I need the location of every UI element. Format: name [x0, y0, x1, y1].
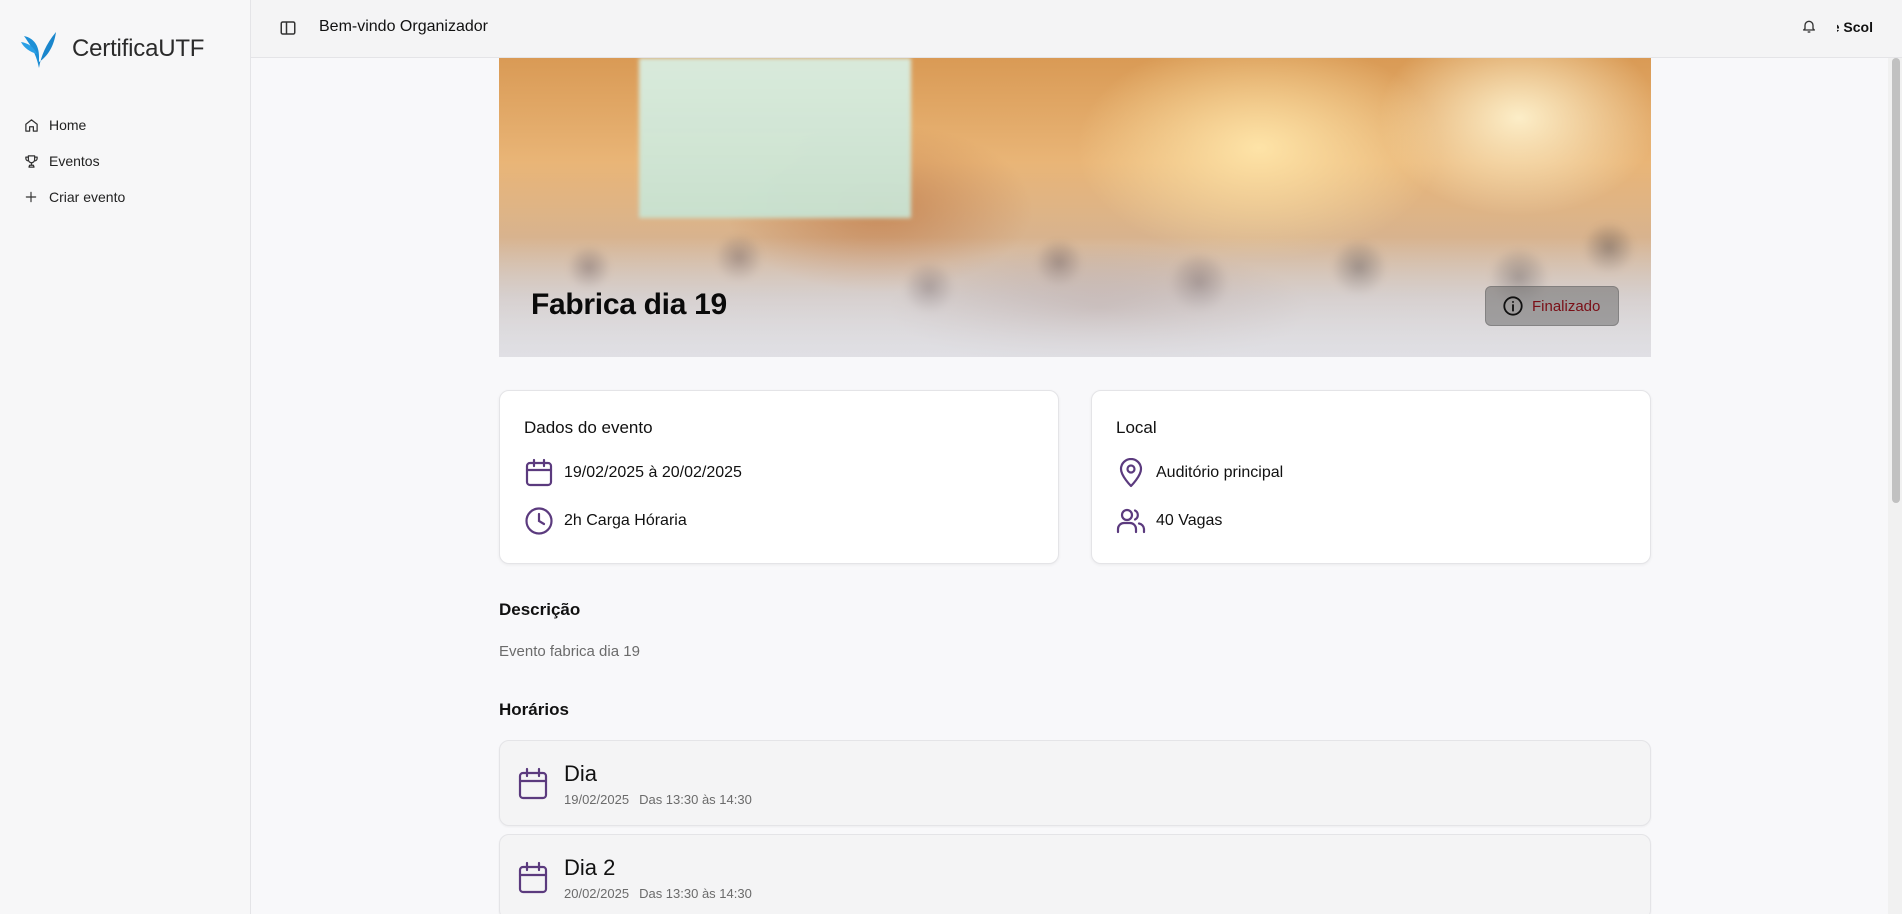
brand-name: CertificaUTF — [72, 35, 205, 62]
user-menu[interactable]: ue Scol — [1837, 19, 1873, 35]
event-details-card: Dados do evento 19/02/2025 à 20/02/2025 … — [499, 390, 1059, 564]
brand[interactable]: CertificaUTF — [20, 28, 204, 70]
calendar-icon — [525, 458, 553, 487]
event-dates: 19/02/2025 à 20/02/2025 — [524, 458, 742, 488]
clock-icon — [525, 507, 553, 535]
schedule-name: Dia — [564, 761, 598, 786]
calendar-icon — [518, 861, 548, 894]
sidebar-item-home[interactable]: Home — [22, 107, 125, 143]
status-text: Finalizado — [1532, 297, 1601, 315]
map-pin-icon — [1119, 458, 1143, 488]
description-text: Evento fabrica dia 19 — [499, 643, 640, 660]
scrollbar-thumb[interactable] — [1892, 58, 1900, 503]
event-spots: 40 Vagas — [1116, 506, 1222, 536]
notifications-button[interactable] — [1801, 18, 1821, 38]
welcome-text: Bem-vindo Organizador — [319, 18, 488, 35]
sidebar: CertificaUTF Home Eventos Criar evento — [0, 0, 251, 914]
sidebar-item-eventos[interactable]: Eventos — [22, 143, 125, 179]
panel-left-icon — [280, 21, 296, 35]
info-icon — [1503, 296, 1523, 316]
users-icon — [1116, 508, 1146, 534]
plus-icon — [22, 188, 40, 206]
sidebar-item-label: Home — [49, 117, 87, 133]
schedule-title: Horários — [499, 700, 569, 719]
sidebar-nav: Home Eventos Criar evento — [22, 107, 125, 215]
schedule-time: Das 13:30 às 14:30 — [639, 792, 752, 807]
status-badge: Finalizado — [1485, 286, 1619, 326]
schedule-date: 19/02/2025 — [564, 792, 630, 807]
home-icon — [22, 116, 40, 134]
event-dates-text: 19/02/2025 à 20/02/2025 — [564, 464, 742, 481]
event-hero: Fabrica dia 19 Finalizado — [499, 58, 1651, 357]
schedule-date: 20/02/2025 — [564, 886, 630, 901]
schedule-item: Dia 19/02/2025 Das 13:30 às 14:30 — [499, 740, 1651, 826]
trophy-icon — [22, 152, 40, 170]
schedule-meta: 19/02/2025 Das 13:30 às 14:30 — [564, 792, 752, 807]
sidebar-item-label: Criar evento — [49, 189, 126, 205]
page-scrollbar[interactable] — [1888, 58, 1902, 914]
location-card: Local Auditório principal 40 Vagas — [1091, 390, 1651, 564]
schedule-time: Das 13:30 às 14:30 — [639, 886, 752, 901]
schedule-item: Dia 2 20/02/2025 Das 13:30 às 14:30 — [499, 834, 1651, 914]
sidebar-item-label: Eventos — [49, 153, 100, 169]
event-title: Fabrica dia 19 — [531, 288, 727, 321]
event-workload-text: 2h Carga Hóraria — [564, 512, 687, 529]
event-place-text: Auditório principal — [1156, 464, 1284, 481]
projection-screen — [639, 58, 911, 218]
event-place: Auditório principal — [1116, 458, 1283, 488]
sidebar-toggle-button[interactable] — [279, 19, 299, 39]
description-title: Descrição — [499, 600, 581, 619]
card-title: Dados do evento — [524, 418, 653, 437]
event-spots-text: 40 Vagas — [1156, 512, 1223, 529]
sidebar-item-criar-evento[interactable]: Criar evento — [22, 179, 125, 215]
schedule-name: Dia 2 — [564, 855, 616, 880]
bell-icon — [1803, 20, 1815, 33]
top-header: Bem-vindo Organizador ue Scol — [251, 0, 1902, 58]
butterfly-logo — [21, 32, 56, 68]
card-title: Local — [1116, 418, 1157, 437]
schedule-meta: 20/02/2025 Das 13:30 às 14:30 — [564, 886, 752, 901]
event-workload: 2h Carga Hóraria — [524, 506, 687, 536]
calendar-icon — [518, 767, 548, 800]
